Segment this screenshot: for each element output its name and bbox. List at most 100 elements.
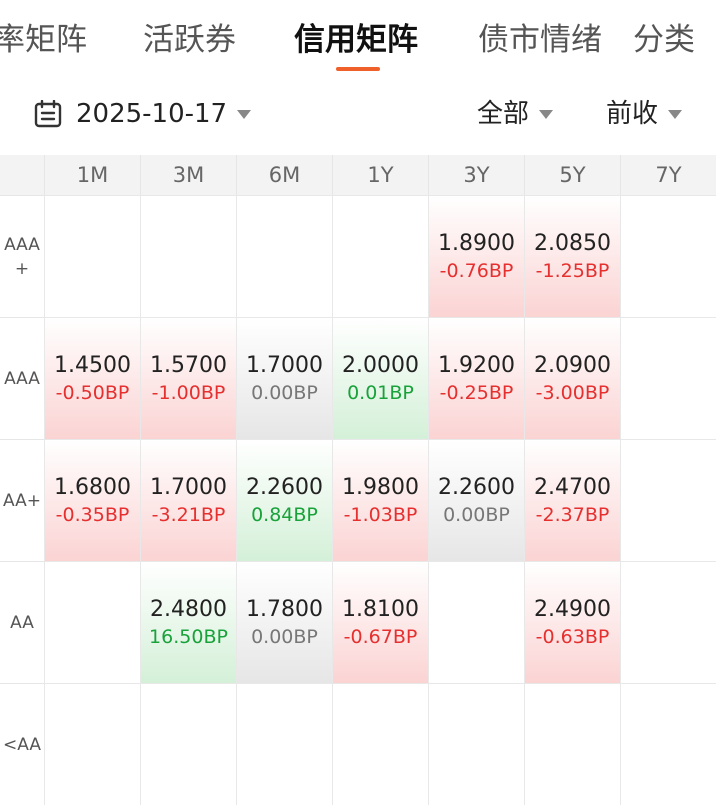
matrix-cell[interactable]: 2.4700 -2.37BP	[524, 439, 620, 561]
date-selector[interactable]: 2025-10-17	[76, 97, 252, 131]
column-header-6m: 6M	[236, 155, 332, 195]
yield-value: 1.8900	[438, 230, 515, 256]
matrix-cell-empty	[44, 683, 140, 805]
matrix-cell-empty	[620, 561, 716, 683]
column-header-5y: 5Y	[524, 155, 620, 195]
matrix-cell-empty	[236, 683, 332, 805]
matrix-cell-empty	[236, 195, 332, 317]
grid-corner	[0, 155, 44, 195]
matrix-cell[interactable]: 1.8900 -0.76BP	[428, 195, 524, 317]
matrix-cell[interactable]: 1.8100 -0.67BP	[332, 561, 428, 683]
date-value: 2025-10-17	[76, 99, 228, 129]
matrix-cell-empty	[44, 195, 140, 317]
column-header-1m: 1M	[44, 155, 140, 195]
matrix-cell[interactable]: 1.5700 -1.00BP	[140, 317, 236, 439]
row-header-rating: AA	[0, 561, 44, 683]
yield-change: -0.25BP	[439, 381, 514, 404]
tab-credit-matrix[interactable]: 信用矩阵	[294, 20, 418, 60]
yield-change: -1.00BP	[151, 381, 226, 404]
tab-category[interactable]: 分类	[633, 20, 695, 60]
matrix-cell[interactable]: 2.0850 -1.25BP	[524, 195, 620, 317]
matrix-cell-empty	[428, 683, 524, 805]
yield-value: 1.7000	[150, 474, 227, 500]
matrix-cell[interactable]: 1.4500 -0.50BP	[44, 317, 140, 439]
credit-matrix-grid: 1M 3M 6M 1Y 3Y 5Y 7Y AAA + 1.8900 -0.76BP 2.0850 -1.…	[0, 155, 720, 805]
matrix-cell-empty	[428, 561, 524, 683]
matrix-cell[interactable]: 1.7000 -3.21BP	[140, 439, 236, 561]
active-tab-indicator	[336, 67, 380, 71]
matrix-cell[interactable]: 2.0900 -3.00BP	[524, 317, 620, 439]
yield-value: 2.4700	[534, 474, 611, 500]
matrix-cell-empty	[620, 683, 716, 805]
yield-value: 1.7800	[246, 596, 323, 622]
yield-value: 1.5700	[150, 352, 227, 378]
matrix-cell-empty	[44, 561, 140, 683]
yield-value: 1.8100	[342, 596, 419, 622]
column-header-1y: 1Y	[332, 155, 428, 195]
matrix-cell[interactable]: 2.0000 0.01BP	[332, 317, 428, 439]
matrix-cell-empty	[140, 683, 236, 805]
matrix-cell-empty	[620, 195, 716, 317]
yield-change: 16.50BP	[149, 625, 228, 648]
matrix-cell-empty	[332, 683, 428, 805]
chevron-down-icon	[539, 109, 554, 119]
yield-value: 1.6800	[54, 474, 131, 500]
row-header-rating: AAA	[0, 317, 44, 439]
yield-value: 2.4800	[150, 596, 227, 622]
yield-value: 2.0900	[534, 352, 611, 378]
matrix-cell[interactable]: 2.2600 0.84BP	[236, 439, 332, 561]
yield-change: -1.25BP	[535, 259, 610, 282]
matrix-cell[interactable]: 2.4900 -0.63BP	[524, 561, 620, 683]
yield-change: -3.00BP	[535, 381, 610, 404]
column-header-3m: 3M	[140, 155, 236, 195]
matrix-cell-empty	[524, 683, 620, 805]
yield-change: -0.63BP	[535, 625, 610, 648]
yield-value: 2.2600	[246, 474, 323, 500]
compare-selector[interactable]: 前收	[606, 97, 683, 131]
compare-value: 前收	[606, 99, 659, 129]
row-header-rating: AA+	[0, 439, 44, 561]
matrix-cell[interactable]: 1.7000 0.00BP	[236, 317, 332, 439]
yield-value: 1.4500	[54, 352, 131, 378]
yield-change: -0.76BP	[439, 259, 514, 282]
matrix-cell-empty	[620, 317, 716, 439]
scope-selector[interactable]: 全部	[477, 97, 554, 131]
yield-value: 2.2600	[438, 474, 515, 500]
yield-change: 0.01BP	[347, 381, 414, 404]
chevron-down-icon	[668, 109, 683, 119]
matrix-cell[interactable]: 2.2600 0.00BP	[428, 439, 524, 561]
yield-value: 2.0850	[534, 230, 611, 256]
yield-change: 0.84BP	[251, 503, 318, 526]
calendar-icon[interactable]	[34, 100, 62, 128]
top-tab-bar: 率矩阵 活跃券 信用矩阵 债市情绪 分类	[0, 0, 720, 80]
matrix-cell[interactable]: 1.9800 -1.03BP	[332, 439, 428, 561]
yield-value: 1.7000	[246, 352, 323, 378]
tab-bond-sentiment[interactable]: 债市情绪	[478, 20, 602, 60]
yield-value: 2.4900	[534, 596, 611, 622]
yield-change: -2.37BP	[535, 503, 610, 526]
yield-change: -1.03BP	[343, 503, 418, 526]
tab-active-bonds[interactable]: 活跃券	[143, 20, 236, 60]
row-header-rating: <AA	[0, 683, 44, 805]
tab-rate-matrix[interactable]: 率矩阵	[0, 20, 87, 60]
yield-change: 0.00BP	[251, 381, 318, 404]
chevron-down-icon	[237, 109, 252, 119]
matrix-cell[interactable]: 1.6800 -0.35BP	[44, 439, 140, 561]
matrix-cell[interactable]: 1.7800 0.00BP	[236, 561, 332, 683]
matrix-cell[interactable]: 1.9200 -0.25BP	[428, 317, 524, 439]
yield-change: 0.00BP	[443, 503, 510, 526]
matrix-cell-empty	[332, 195, 428, 317]
yield-change: 0.00BP	[251, 625, 318, 648]
yield-change: -0.35BP	[55, 503, 130, 526]
yield-value: 1.9200	[438, 352, 515, 378]
column-header-3y: 3Y	[428, 155, 524, 195]
matrix-cell-empty	[620, 439, 716, 561]
yield-change: -0.50BP	[55, 381, 130, 404]
yield-change: -3.21BP	[151, 503, 226, 526]
matrix-cell-empty	[140, 195, 236, 317]
matrix-cell[interactable]: 2.4800 16.50BP	[140, 561, 236, 683]
yield-value: 1.9800	[342, 474, 419, 500]
yield-value: 2.0000	[342, 352, 419, 378]
row-header-rating: AAA +	[0, 195, 44, 317]
scope-value: 全部	[477, 99, 530, 129]
